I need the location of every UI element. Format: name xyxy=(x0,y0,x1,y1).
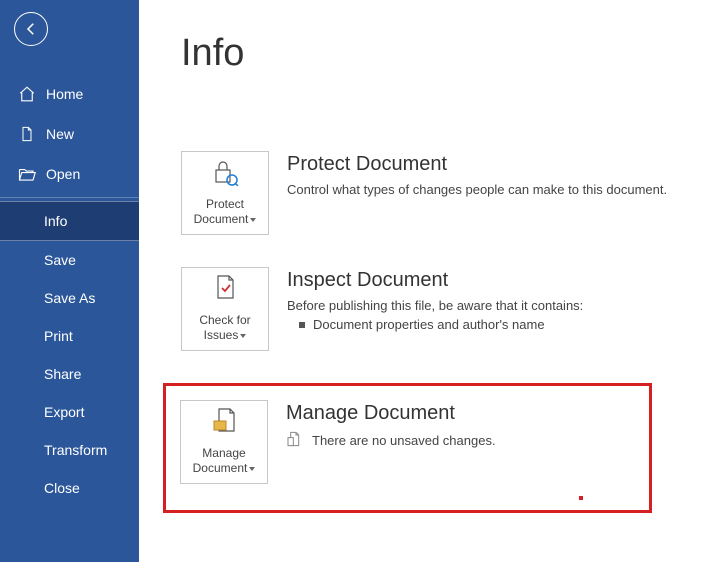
inspect-item: Document properties and author's name xyxy=(287,317,692,332)
nav-label: Transform xyxy=(44,442,107,458)
nav-label: Close xyxy=(44,480,80,496)
document-icon xyxy=(18,125,36,143)
protect-desc: Control what types of changes people can… xyxy=(287,182,692,197)
nav-close[interactable]: Close xyxy=(0,469,139,507)
nav-new[interactable]: New xyxy=(0,114,139,154)
nav-label: Save xyxy=(44,252,76,268)
tile-line1: Protect xyxy=(206,197,244,213)
nav-label: Home xyxy=(46,86,83,102)
nav-label: Print xyxy=(44,328,73,344)
inspect-bullet-text: Document properties and author's name xyxy=(313,317,545,332)
nav-separator xyxy=(0,197,139,198)
back-arrow-icon xyxy=(22,20,40,38)
folder-open-icon xyxy=(18,165,36,183)
lock-icon xyxy=(210,158,240,191)
inspect-title: Inspect Document xyxy=(287,269,692,292)
bullet-icon xyxy=(299,322,305,328)
nav-export[interactable]: Export xyxy=(0,393,139,431)
page-title: Info xyxy=(181,32,692,75)
protect-title: Protect Document xyxy=(287,153,692,176)
nav-label: Export xyxy=(44,404,84,420)
tile-line2: Document xyxy=(194,212,249,226)
nav-label: Share xyxy=(44,366,81,382)
protect-section: Protect Document Protect Document Contro… xyxy=(181,151,692,235)
back-button[interactable] xyxy=(14,12,48,46)
manage-title: Manage Document xyxy=(286,402,635,425)
backstage-sidebar: Home New Open Info Save Save As Print Sh… xyxy=(0,0,139,562)
manage-section: Manage Document Manage Document There ar… xyxy=(180,400,635,484)
nav-transform[interactable]: Transform xyxy=(0,431,139,469)
check-document-icon xyxy=(210,274,240,307)
nav-label: Save As xyxy=(44,290,95,306)
tile-line2: Issues xyxy=(204,328,239,342)
tile-line1: Check for xyxy=(199,313,250,329)
manage-highlight: Manage Document Manage Document There ar… xyxy=(163,383,652,513)
nav-label: Info xyxy=(44,213,67,229)
nav-label: New xyxy=(46,126,74,142)
manage-status: There are no unsaved changes. xyxy=(312,433,496,448)
nav-info[interactable]: Info xyxy=(0,201,139,241)
tile-line1: Manage xyxy=(202,446,245,462)
inspect-section: Check for Issues Inspect Document Before… xyxy=(181,267,692,351)
manage-document-button[interactable]: Manage Document xyxy=(180,400,268,484)
chevron-down-icon xyxy=(249,467,255,471)
nav-share[interactable]: Share xyxy=(0,355,139,393)
inspect-desc: Before publishing this file, be aware th… xyxy=(287,298,692,313)
document-small-icon xyxy=(286,431,302,450)
check-for-issues-button[interactable]: Check for Issues xyxy=(181,267,269,351)
nav-label: Open xyxy=(46,166,80,182)
nav-open[interactable]: Open xyxy=(0,154,139,194)
nav-save[interactable]: Save xyxy=(0,241,139,279)
nav-print[interactable]: Print xyxy=(0,317,139,355)
nav-save-as[interactable]: Save As xyxy=(0,279,139,317)
home-icon xyxy=(18,85,36,103)
nav-home[interactable]: Home xyxy=(0,74,139,114)
protect-document-button[interactable]: Protect Document xyxy=(181,151,269,235)
info-content: Info Protect Document Protect Document C… xyxy=(139,0,712,562)
tile-line2: Document xyxy=(193,461,248,475)
chevron-down-icon xyxy=(240,334,246,338)
manage-document-icon xyxy=(209,407,239,440)
chevron-down-icon xyxy=(250,218,256,222)
